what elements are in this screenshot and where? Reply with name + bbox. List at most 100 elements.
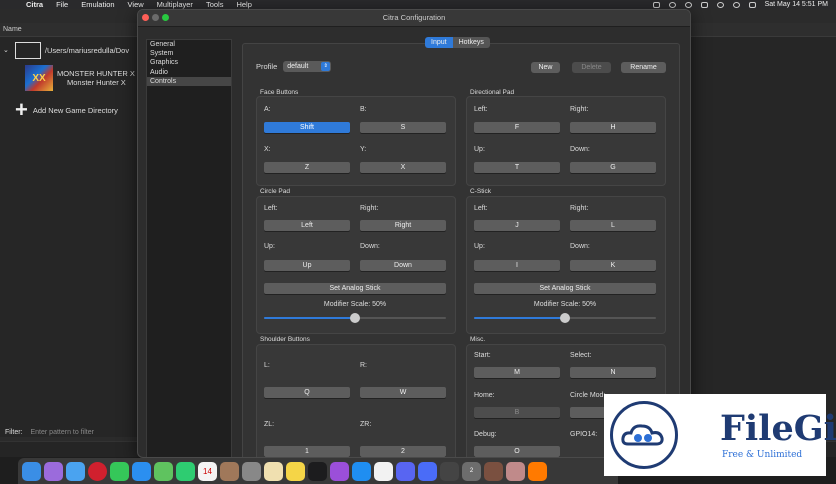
- launchpad-icon[interactable]: [44, 461, 63, 481]
- dpad-up-button[interactable]: T: [474, 162, 560, 173]
- profile-select[interactable]: default ⇕: [283, 61, 332, 72]
- finder-icon[interactable]: [22, 461, 41, 481]
- face-a-button[interactable]: Shift: [264, 122, 350, 133]
- cstick-modifier-slider[interactable]: [474, 313, 656, 323]
- expand-arrow-icon[interactable]: ⌄: [3, 46, 9, 54]
- filter-input[interactable]: Enter pattern to filter: [31, 429, 131, 436]
- photos-icon[interactable]: [374, 461, 393, 481]
- dpad-left-button[interactable]: F: [474, 122, 560, 133]
- circle-left-button[interactable]: Left: [264, 220, 350, 231]
- opera-icon[interactable]: [88, 461, 107, 481]
- sidebar-item-graphics[interactable]: Graphics: [147, 58, 231, 67]
- dpad-right-button[interactable]: H: [570, 122, 656, 133]
- folder-row[interactable]: ⌄ /Users/mariusredulla/Dov: [0, 39, 129, 61]
- delete-profile-button[interactable]: Delete: [572, 62, 611, 73]
- battery-icon[interactable]: [700, 1, 708, 8]
- slider-fill: [264, 317, 355, 319]
- dpad-down-button[interactable]: G: [570, 162, 656, 173]
- misc-circle-mod-label: Circle Mod:: [570, 392, 606, 399]
- circle-down-button[interactable]: Down: [360, 260, 446, 271]
- circle-right-button[interactable]: Right: [360, 220, 446, 231]
- citra-icon[interactable]: [506, 461, 525, 481]
- contacts-icon[interactable]: [220, 461, 239, 481]
- menu-file[interactable]: File: [56, 0, 68, 9]
- recording-icon[interactable]: [528, 461, 547, 481]
- dialog-titlebar[interactable]: Citra Configuration: [138, 10, 690, 27]
- cstick-set-analog-button[interactable]: Set Analog Stick: [474, 283, 656, 294]
- cstick-down-button[interactable]: K: [570, 260, 656, 271]
- reminders-icon[interactable]: [242, 461, 261, 481]
- qbittorrent-icon[interactable]: [440, 461, 459, 481]
- filter-label: Filter:: [5, 429, 23, 436]
- sidebar-item-general[interactable]: General: [147, 40, 231, 49]
- dialog-title: Citra Configuration: [382, 13, 446, 22]
- maps-icon[interactable]: [154, 461, 173, 481]
- search-icon[interactable]: [732, 1, 740, 8]
- rename-profile-button[interactable]: Rename: [621, 62, 666, 73]
- clock-icon[interactable]: [684, 1, 692, 8]
- circle-set-analog-button[interactable]: Set Analog Stick: [264, 283, 446, 294]
- slider-knob[interactable]: [350, 313, 360, 323]
- shoulder-zr-button[interactable]: 2: [360, 446, 446, 457]
- notes-icon[interactable]: [286, 461, 305, 481]
- menubar-datetime[interactable]: Sat May 14 5:51 PM: [765, 1, 828, 8]
- shoulder-l-button[interactable]: Q: [264, 387, 350, 398]
- circle-modifier-slider[interactable]: [264, 313, 446, 323]
- menu-tools[interactable]: Tools: [206, 0, 224, 9]
- menu-help[interactable]: Help: [236, 0, 251, 9]
- folder-icon: [14, 41, 41, 59]
- tv-icon[interactable]: [308, 461, 327, 481]
- sidebar-item-system[interactable]: System: [147, 49, 231, 58]
- control-center-icon[interactable]: [748, 1, 756, 8]
- menu-app-name[interactable]: Citra: [26, 0, 43, 9]
- freeform-icon[interactable]: [264, 461, 283, 481]
- add-directory-row[interactable]: + Add New Game Directory: [15, 99, 118, 121]
- facetime-icon[interactable]: [176, 461, 195, 481]
- menu-emulation[interactable]: Emulation: [81, 0, 114, 9]
- messages-icon[interactable]: [110, 461, 129, 481]
- face-b-label: B:: [360, 106, 367, 113]
- discord-icon[interactable]: [396, 461, 415, 481]
- shoulder-zr-label: ZR:: [360, 421, 372, 428]
- new-profile-button[interactable]: New: [531, 62, 560, 73]
- messenger-icon[interactable]: [418, 461, 437, 481]
- tab-bar: Input Hotkeys: [425, 37, 490, 48]
- app-store-icon[interactable]: [352, 461, 371, 481]
- status-icon[interactable]: [652, 1, 660, 8]
- face-y-button[interactable]: X: [360, 162, 446, 173]
- tab-hotkeys[interactable]: Hotkeys: [452, 37, 490, 48]
- face-x-button[interactable]: Z: [264, 162, 350, 173]
- game-row[interactable]: XX MONSTER HUNTER X Monster Hunter X: [25, 65, 135, 91]
- cstick-left-button[interactable]: J: [474, 220, 560, 231]
- cstick-right-button[interactable]: L: [570, 220, 656, 231]
- cstick-left-label: Left:: [474, 205, 488, 212]
- face-b-button[interactable]: S: [360, 122, 446, 133]
- cstick-down-label: Down:: [570, 243, 590, 250]
- misc-start-button[interactable]: M: [474, 367, 560, 378]
- misc-select-button[interactable]: N: [570, 367, 656, 378]
- shoulder-zl-button[interactable]: 1: [264, 446, 350, 457]
- menu-view[interactable]: View: [128, 0, 144, 9]
- mail-icon[interactable]: [132, 461, 151, 481]
- game-app-icon[interactable]: [484, 461, 503, 481]
- wifi-icon[interactable]: [716, 1, 724, 8]
- misc-select-label: Select:: [570, 352, 592, 359]
- podcasts-icon[interactable]: [330, 461, 349, 481]
- slider-knob[interactable]: [560, 313, 570, 323]
- play-icon[interactable]: [668, 1, 676, 8]
- misc-debug-button[interactable]: O: [474, 446, 560, 457]
- tab-input[interactable]: Input: [425, 37, 453, 48]
- dpad-right-label: Right:: [570, 106, 589, 113]
- safari-icon[interactable]: [66, 461, 85, 481]
- face-x-label: X:: [264, 146, 271, 153]
- system-preferences-icon[interactable]: 2: [462, 461, 481, 481]
- menu-multiplayer[interactable]: Multiplayer: [157, 0, 193, 9]
- shoulder-r-button[interactable]: W: [360, 387, 446, 398]
- sidebar-item-audio[interactable]: Audio: [147, 68, 231, 77]
- calendar-icon[interactable]: 14: [198, 461, 217, 481]
- cstick-up-button[interactable]: I: [474, 260, 560, 271]
- folder-path: /Users/mariusredulla/Dov: [44, 45, 130, 55]
- circle-up-button[interactable]: Up: [264, 260, 350, 271]
- sidebar-item-controls[interactable]: Controls: [147, 76, 231, 87]
- misc-home-button[interactable]: B: [474, 407, 560, 418]
